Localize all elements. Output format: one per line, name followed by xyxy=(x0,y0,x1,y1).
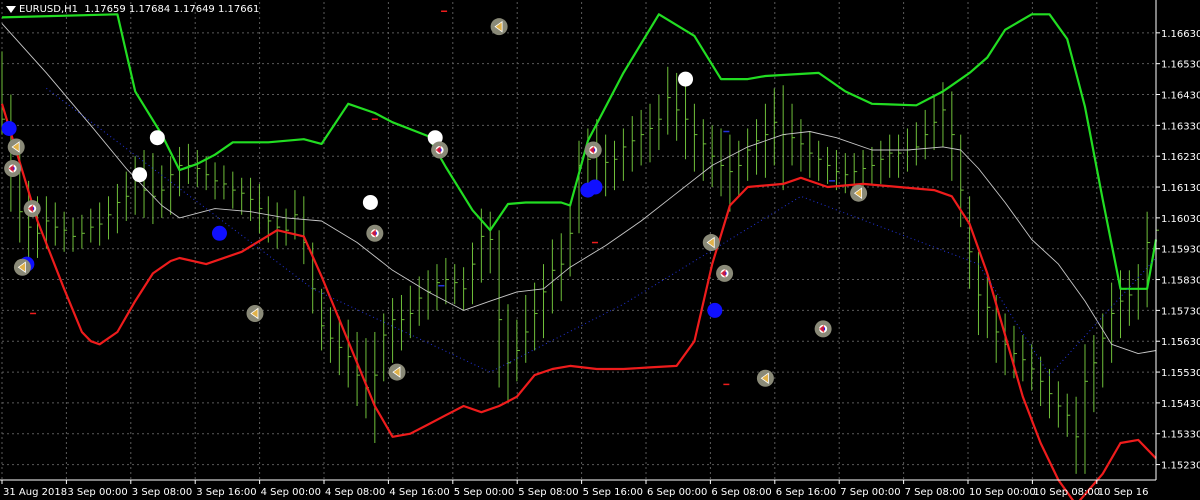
time-label: 31 Aug 2018 xyxy=(3,487,67,498)
price-label: 1.15230 xyxy=(1161,461,1200,472)
price-label: 1.16630 xyxy=(1161,29,1200,40)
time-label: 10 Sep 16 xyxy=(1098,487,1149,498)
time-label: 3 Sep 00:00 xyxy=(67,487,127,498)
price-axis: 1.16630 1.16530 1.16430 1.16330 1.16230 1.161… xyxy=(1156,29,1200,472)
target-arrow-icon xyxy=(431,141,449,159)
target-arrow-icon xyxy=(4,160,22,178)
white-signal-dot xyxy=(132,167,148,183)
blue-signal-dot xyxy=(211,225,227,241)
price-label: 1.15830 xyxy=(1161,276,1200,287)
target-arrow-icon xyxy=(814,320,832,338)
price-label: 1.15930 xyxy=(1161,245,1200,256)
time-label: 5 Sep 08:00 xyxy=(518,487,578,498)
price-label: 1.15430 xyxy=(1161,399,1200,410)
time-label: 5 Sep 00:00 xyxy=(454,487,514,498)
time-label: 4 Sep 16:00 xyxy=(389,487,449,498)
price-label: 1.16430 xyxy=(1161,91,1200,102)
price-label: 1.15630 xyxy=(1161,337,1200,348)
symbol-label: EURUSD,H1 xyxy=(19,4,79,15)
price-label: 1.16030 xyxy=(1161,214,1200,225)
price-label: 1.15530 xyxy=(1161,368,1200,379)
price-label: 1.15730 xyxy=(1161,306,1200,317)
chart-header: EURUSD,H1 1.17659 1.17684 1.17649 1.1766… xyxy=(6,4,259,15)
left-arrow-icon xyxy=(490,18,508,36)
left-arrow-icon xyxy=(13,258,31,276)
time-label: 6 Sep 08:00 xyxy=(711,487,771,498)
chart-background xyxy=(0,0,1200,500)
time-label: 4 Sep 00:00 xyxy=(261,487,321,498)
time-label: 6 Sep 00:00 xyxy=(647,487,707,498)
left-arrow-icon xyxy=(702,234,720,252)
time-label: 3 Sep 16:00 xyxy=(196,487,256,498)
time-label: 10 Sep 08:00 xyxy=(1033,487,1100,498)
blue-signal-dot xyxy=(707,302,723,318)
target-arrow-icon xyxy=(716,264,734,282)
price-label: 1.16230 xyxy=(1161,152,1200,163)
left-arrow-icon xyxy=(246,304,264,322)
target-arrow-icon xyxy=(366,224,384,242)
white-signal-dot xyxy=(362,194,378,210)
price-label: 1.16130 xyxy=(1161,183,1200,194)
price-label: 1.16330 xyxy=(1161,121,1200,132)
left-arrow-icon xyxy=(756,369,774,387)
price-chart[interactable]: 1.16630 1.16530 1.16430 1.16330 1.16230 1.161… xyxy=(0,0,1200,500)
ohlc-readout: 1.17659 1.17684 1.17649 1.17661 xyxy=(84,4,260,15)
left-arrow-icon xyxy=(850,184,868,202)
time-label: 7 Sep 00:00 xyxy=(840,487,900,498)
time-label: 5 Sep 16:00 xyxy=(583,487,643,498)
price-label: 1.15330 xyxy=(1161,430,1200,441)
price-label: 1.16530 xyxy=(1161,60,1200,71)
time-label: 7 Sep 08:00 xyxy=(905,487,965,498)
blue-signal-dot xyxy=(1,120,17,136)
time-label: 6 Sep 16:00 xyxy=(776,487,836,498)
left-arrow-icon xyxy=(388,363,406,381)
collapse-triangle-icon[interactable] xyxy=(6,5,16,13)
white-signal-dot xyxy=(149,130,165,146)
time-label: 3 Sep 08:00 xyxy=(132,487,192,498)
target-arrow-icon xyxy=(584,141,602,159)
white-signal-dot xyxy=(678,71,694,87)
blue-signal-dot xyxy=(587,179,603,195)
time-label: 10 Sep 00:00 xyxy=(969,487,1036,498)
target-arrow-icon xyxy=(23,200,41,218)
left-arrow-icon xyxy=(7,138,25,156)
time-label: 4 Sep 08:00 xyxy=(325,487,385,498)
